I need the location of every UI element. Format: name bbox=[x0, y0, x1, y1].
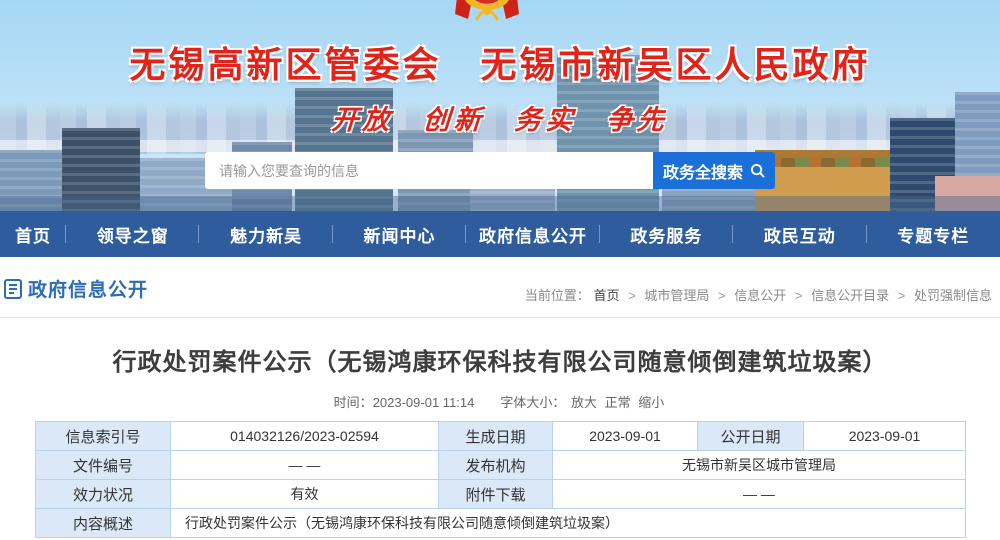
doc-no-label: 文件编号 bbox=[36, 451, 171, 480]
info-table: 信息索引号 014032126/2023-02594 生成日期 2023-09-… bbox=[35, 421, 966, 538]
index-label: 信息索引号 bbox=[36, 422, 171, 451]
search-icon bbox=[750, 163, 765, 178]
search-button[interactable]: 政务全搜索 bbox=[653, 152, 775, 189]
banner-base-strip bbox=[0, 196, 1000, 211]
time-label: 时间： bbox=[334, 395, 373, 410]
search-button-label: 政务全搜索 bbox=[663, 159, 743, 183]
breadcrumb-separator: > bbox=[795, 288, 803, 303]
breadcrumb-penalty-info[interactable]: 处罚强制信息 bbox=[914, 288, 992, 303]
article-meta: 时间：2023-09-01 11:14 字体大小： 放大 正常 缩小 bbox=[0, 392, 1000, 411]
validity-label: 效力状况 bbox=[36, 480, 171, 509]
nav-item-leaders[interactable]: 领导之窗 bbox=[66, 211, 199, 257]
table-row: 信息索引号 014032126/2023-02594 生成日期 2023-09-… bbox=[36, 422, 966, 451]
main-nav: 首页 领导之窗 魅力新吴 新闻中心 政府信息公开 政务服务 政民互动 专题专栏 bbox=[0, 211, 1000, 257]
table-row: 文件编号 — — 发布机构 无锡市新吴区城市管理局 bbox=[36, 451, 966, 480]
nav-item-gov-info[interactable]: 政府信息公开 bbox=[466, 211, 599, 257]
time-value: 2023-09-01 11:14 bbox=[373, 395, 475, 410]
site-title: 无锡高新区管委会 无锡市新吴区人民政府 bbox=[0, 36, 1000, 88]
validity-value: 有效 bbox=[171, 480, 439, 509]
issuer-value: 无锡市新吴区城市管理局 bbox=[553, 451, 966, 480]
table-row: 内容概述 行政处罚案件公示（无锡鸿康环保科技有限公司随意倾倒建筑垃圾案） bbox=[36, 509, 966, 538]
summary-label: 内容概述 bbox=[36, 509, 171, 538]
breadcrumb-info-disclosure[interactable]: 信息公开 bbox=[734, 288, 786, 303]
breadcrumb-separator: > bbox=[628, 288, 636, 303]
search-bar: 政务全搜索 bbox=[205, 152, 775, 189]
section-title: 政府信息公开 bbox=[28, 275, 148, 302]
gen-date-value: 2023-09-01 bbox=[553, 422, 698, 451]
section-head-gov-info[interactable]: 政府信息公开 bbox=[12, 275, 148, 302]
breadcrumb-separator: > bbox=[898, 288, 906, 303]
article-title: 行政处罚案件公示（无锡鸿康环保科技有限公司随意倾倒建筑垃圾案） bbox=[0, 342, 1000, 377]
national-emblem-icon bbox=[455, 0, 519, 27]
header-banner: 无锡高新区管委会 无锡市新吴区人民政府 开放 创新 务实 争先 政务全搜索 bbox=[0, 0, 1000, 211]
document-icon bbox=[4, 279, 22, 299]
pub-date-value: 2023-09-01 bbox=[804, 422, 966, 451]
nav-item-interaction[interactable]: 政民互动 bbox=[733, 211, 866, 257]
breadcrumb-label: 当前位置： bbox=[525, 288, 590, 303]
pub-date-label: 公开日期 bbox=[698, 422, 804, 451]
search-input[interactable] bbox=[205, 152, 653, 189]
summary-value: 行政处罚案件公示（无锡鸿康环保科技有限公司随意倾倒建筑垃圾案） bbox=[171, 509, 966, 538]
issuer-label: 发布机构 bbox=[439, 451, 553, 480]
breadcrumb-city-bureau[interactable]: 城市管理局 bbox=[644, 288, 709, 303]
page: 无锡高新区管委会 无锡市新吴区人民政府 开放 创新 务实 争先 政务全搜索 首页… bbox=[0, 0, 1000, 540]
table-row: 效力状况 有效 附件下载 — — bbox=[36, 480, 966, 509]
subheader: 政府信息公开 当前位置： 首页 > 城市管理局 > 信息公开 > 信息公开目录 … bbox=[0, 257, 1000, 318]
fontsize-larger[interactable]: 放大 bbox=[571, 395, 597, 410]
nav-item-home[interactable]: 首页 bbox=[0, 211, 66, 257]
site-slogan: 开放 创新 务实 争先 bbox=[0, 98, 1000, 137]
attachment-label: 附件下载 bbox=[439, 480, 553, 509]
gen-date-label: 生成日期 bbox=[439, 422, 553, 451]
index-value: 014032126/2023-02594 bbox=[171, 422, 439, 451]
nav-item-special-topics[interactable]: 专题专栏 bbox=[867, 211, 1000, 257]
nav-item-services[interactable]: 政务服务 bbox=[600, 211, 733, 257]
nav-item-charm-xinwu[interactable]: 魅力新吴 bbox=[199, 211, 332, 257]
fontsize-label: 字体大小： bbox=[500, 395, 565, 410]
breadcrumb-info-catalog[interactable]: 信息公开目录 bbox=[811, 288, 889, 303]
breadcrumb-separator: > bbox=[718, 288, 726, 303]
nav-item-news[interactable]: 新闻中心 bbox=[333, 211, 466, 257]
attachment-value: — — bbox=[553, 480, 966, 509]
fontsize-normal[interactable]: 正常 bbox=[605, 395, 631, 410]
breadcrumb: 当前位置： 首页 > 城市管理局 > 信息公开 > 信息公开目录 > 处罚强制信… bbox=[525, 285, 992, 304]
fontsize-smaller[interactable]: 缩小 bbox=[638, 395, 664, 410]
doc-no-value: — — bbox=[171, 451, 439, 480]
breadcrumb-home[interactable]: 首页 bbox=[594, 288, 620, 303]
